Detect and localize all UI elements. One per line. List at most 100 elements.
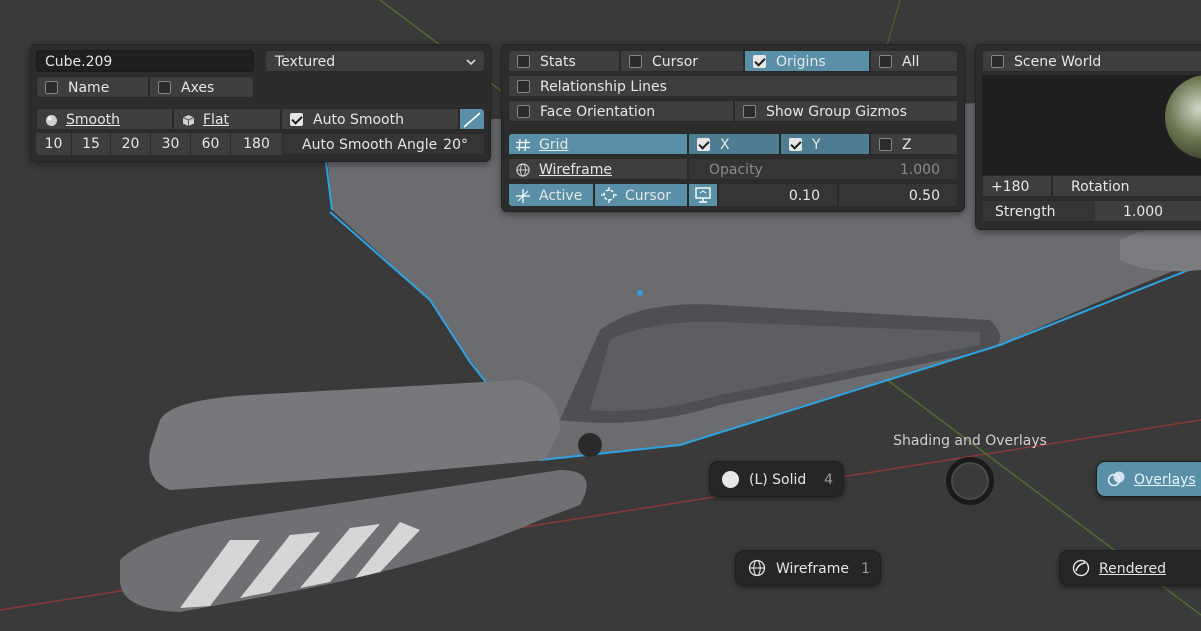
axes-toggle-label: Axes [181,80,215,96]
pie-solid-key: 4 [824,472,833,488]
strength-value: 1.000 [1123,204,1164,220]
pie-rendered-label: Rendered [1099,561,1167,577]
pie-solid-label: (L) Solid [749,472,807,488]
origins-toggle[interactable]: Origins [744,50,870,72]
angle-preset-30[interactable]: 30 [151,133,191,155]
checkbox-icon [517,105,530,118]
opacity-value: 1.000 [899,162,940,178]
monitor-icon [694,187,712,204]
y-label: Y [812,137,821,153]
all-label: All [902,54,920,70]
strength-label: Strength [995,204,1056,220]
z-label: Z [902,137,912,153]
name-toggle[interactable]: Name [36,76,149,98]
grid-toggle[interactable]: Grid [508,133,688,155]
checkbox-icon [45,81,58,94]
object-name-text: Cube.209 [45,54,113,70]
rotation-value-field[interactable]: +180 [982,175,1052,197]
checkbox-icon [158,81,171,94]
show-group-gizmos-toggle[interactable]: Show Group Gizmos [734,100,958,122]
axis-z-toggle[interactable]: Z [870,133,958,155]
wireframe-sphere-icon [515,162,531,179]
grid-icon [515,137,531,154]
pie-rendered-button[interactable]: Rendered 3 [1059,550,1201,586]
angle-presets: 10 15 20 30 60 180 [36,133,282,155]
smooth-label: Smooth [66,112,121,128]
auto-smooth-angle-field[interactable]: Auto Smooth Angle 20° [282,133,485,155]
relationship-lines-label: Relationship Lines [540,79,667,95]
rotation-value: +180 [991,179,1030,195]
auto-smooth-label: Auto Smooth [313,112,404,128]
pie-overlays-button[interactable]: Overlays [1096,461,1201,497]
overlays-icon [1107,466,1126,502]
face-orientation-toggle[interactable]: Face Orientation [508,100,734,122]
angle-preset-15[interactable]: 15 [72,133,111,155]
cursor-pivot-label: Cursor [625,188,672,204]
color-mode-dropdown[interactable]: Textured [265,50,485,72]
pie-center-ring [946,457,994,505]
checkbox-icon [991,55,1004,68]
checkbox-checked-icon [753,55,766,68]
checkbox-icon [879,138,892,151]
overlays-panel: Stats Cursor Origins All Relationship Li… [501,44,965,212]
value-a-field[interactable]: 0.10 [718,183,838,207]
checkbox-icon [517,80,530,93]
pie-wireframe-button[interactable]: Wireframe 1 [735,550,881,586]
rotation-field[interactable]: Rotation [1052,175,1201,197]
strength-field[interactable]: Strength 1.000 [982,200,1201,222]
opacity-label: Opacity [709,162,763,178]
opacity-field[interactable]: Opacity 1.000 [688,158,958,180]
rotation-label: Rotation [1071,179,1130,195]
cursor-label: Cursor [652,54,699,70]
auto-smooth-angle-value: 20° [443,137,468,153]
stats-toggle[interactable]: Stats [508,50,620,72]
axis-x-toggle[interactable]: X [688,133,780,155]
name-toggle-label: Name [68,80,110,96]
rendered-sphere-icon [1072,555,1090,591]
active-label: Active [539,188,583,204]
flat-label: Flat [203,112,230,128]
all-origins-toggle[interactable]: All [870,50,958,72]
cursor-target-icon [601,187,617,206]
pie-overlays-label: Overlays [1134,472,1196,488]
smooth-sphere-icon [45,112,58,129]
angle-preset-20[interactable]: 20 [111,133,151,155]
relationship-lines-toggle[interactable]: Relationship Lines [508,75,958,97]
show-group-gizmos-label: Show Group Gizmos [766,104,907,120]
hdri-preview[interactable] [982,75,1201,175]
object-name-field[interactable]: Cube.209 [36,50,254,72]
chevron-down-icon [466,51,476,71]
value-b: 0.50 [908,188,940,204]
active-toggle[interactable]: Active [508,183,594,207]
scene-world-toggle[interactable]: Scene World [982,50,1201,72]
diagonal-line-icon [460,112,484,129]
pie-solid-button[interactable]: (L) Solid 4 [709,461,844,497]
checkbox-checked-icon [789,138,802,151]
active-pivot-icon [515,187,531,206]
auto-smooth-angle-label: Auto Smooth Angle [302,137,438,153]
cursor-toggle[interactable]: Cursor [620,50,744,72]
angle-preset-60[interactable]: 60 [191,133,231,155]
grid-label: Grid [539,137,569,153]
axes-toggle[interactable]: Axes [149,76,254,98]
smooth-button[interactable]: Smooth [36,108,173,130]
color-mode-text: Textured [275,54,336,70]
flat-cube-icon [182,112,195,129]
shading-panel: Cube.209 Textured Name Axes Smooth Flat … [30,44,491,162]
angle-preset-180[interactable]: 180 [231,133,282,155]
flat-button[interactable]: Flat [173,108,281,130]
value-b-field[interactable]: 0.50 [838,183,958,207]
display-toggle[interactable] [688,183,718,207]
axis-y-toggle[interactable]: Y [780,133,870,155]
scene-world-label: Scene World [1014,54,1102,70]
auto-smooth-toggle[interactable]: Auto Smooth [281,108,459,130]
hdri-sphere-icon [1165,75,1201,159]
value-a: 0.10 [788,188,820,204]
angle-preset-10[interactable]: 10 [36,133,72,155]
angle-curve-button[interactable] [459,108,485,130]
wireframe-toggle[interactable]: Wireframe [508,158,688,180]
cursor-pivot-toggle[interactable]: Cursor [594,183,688,207]
pie-menu-title: Shading and Overlays [893,433,1047,449]
wireframe-label: Wireframe [539,162,613,178]
checkbox-icon [517,55,530,68]
